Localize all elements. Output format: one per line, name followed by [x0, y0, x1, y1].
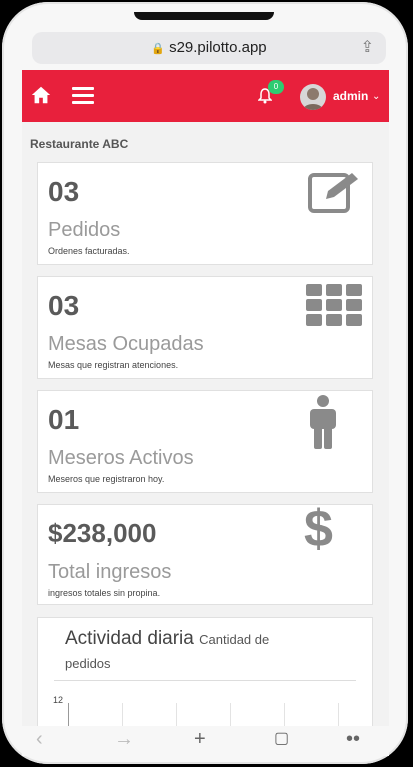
- grid-icon: [306, 284, 362, 326]
- card-label: Mesas Ocupadas: [48, 333, 204, 355]
- home-icon[interactable]: [30, 84, 52, 106]
- new-tab-icon[interactable]: +: [194, 728, 206, 751]
- card-number: 03: [48, 290, 80, 321]
- activity-panel: Actividad diaria Cantidad de pedidos 12: [37, 617, 373, 726]
- share-icon[interactable]: ⇪: [361, 37, 374, 57]
- card-desc: ingresos totales sin propina.: [48, 588, 161, 598]
- card-meseros[interactable]: 01 Meseros Activos Meseros que registrar…: [37, 390, 373, 493]
- web-content: 0 admin ⌄ Restaurante ABC 03 Pedidos Ord…: [22, 70, 389, 726]
- card-desc: Mesas que registran atenciones.: [48, 360, 179, 370]
- activity-title-text: Actividad diaria: [65, 628, 194, 649]
- activity-subtitle: Cantidad de: [199, 632, 270, 647]
- activity-title: Actividad diaria Cantidad de: [65, 628, 269, 650]
- back-icon[interactable]: ‹: [36, 728, 43, 751]
- forward-icon[interactable]: →: [114, 728, 134, 751]
- grid-line: [176, 703, 177, 726]
- divider: [54, 680, 356, 681]
- browser-toolbar: ‹ → + ▢ ••: [22, 726, 389, 756]
- lock-icon: 🔒: [151, 43, 166, 55]
- restaurant-name: Restaurante ABC: [30, 137, 129, 151]
- notification-badge[interactable]: 0: [268, 80, 284, 94]
- card-number: $238,000: [48, 518, 157, 548]
- hamburger-menu-icon[interactable]: [72, 87, 94, 105]
- card-pedidos[interactable]: 03 Pedidos Ordenes facturadas.: [37, 162, 373, 265]
- grid-line: [338, 703, 339, 726]
- grid-line: [284, 703, 285, 726]
- user-avatar-icon: [303, 88, 323, 110]
- card-number: 03: [48, 176, 80, 207]
- card-desc: Meseros que registraron hoy.: [48, 474, 165, 484]
- card-desc: Ordenes facturadas.: [48, 246, 130, 256]
- edit-icon: [308, 173, 358, 213]
- card-ingresos[interactable]: $238,000 Total ingresos ingresos totales…: [37, 500, 373, 605]
- tabs-icon[interactable]: ▢: [274, 728, 289, 748]
- top-navbar: 0 admin ⌄: [22, 70, 389, 122]
- card-label: Meseros Activos: [48, 447, 194, 469]
- grid-line: [122, 703, 123, 726]
- card-number: 01: [48, 404, 80, 435]
- chevron-down-icon[interactable]: ⌄: [372, 91, 380, 102]
- person-icon: [310, 395, 336, 449]
- user-menu-label[interactable]: admin: [333, 89, 368, 103]
- url-label: s29.pilotto.app: [169, 39, 267, 56]
- more-icon[interactable]: ••: [346, 728, 360, 751]
- grid-line: [230, 703, 231, 726]
- speaker-notch: [134, 12, 274, 20]
- y-axis-tick: 12: [53, 695, 64, 705]
- card-label: Total ingresos: [48, 561, 172, 583]
- card-label: Pedidos: [48, 219, 121, 241]
- card-mesas[interactable]: 03 Mesas Ocupadas Mesas que registran at…: [37, 276, 373, 379]
- url-text[interactable]: 🔒 s29.pilotto.app: [32, 39, 386, 56]
- activity-subtitle-cont: pedidos: [65, 656, 111, 671]
- y-axis-line: [68, 703, 69, 726]
- address-bar[interactable]: 🔒 s29.pilotto.app ⇪: [32, 32, 386, 64]
- avatar[interactable]: [300, 84, 326, 110]
- dollar-icon: $: [304, 500, 333, 558]
